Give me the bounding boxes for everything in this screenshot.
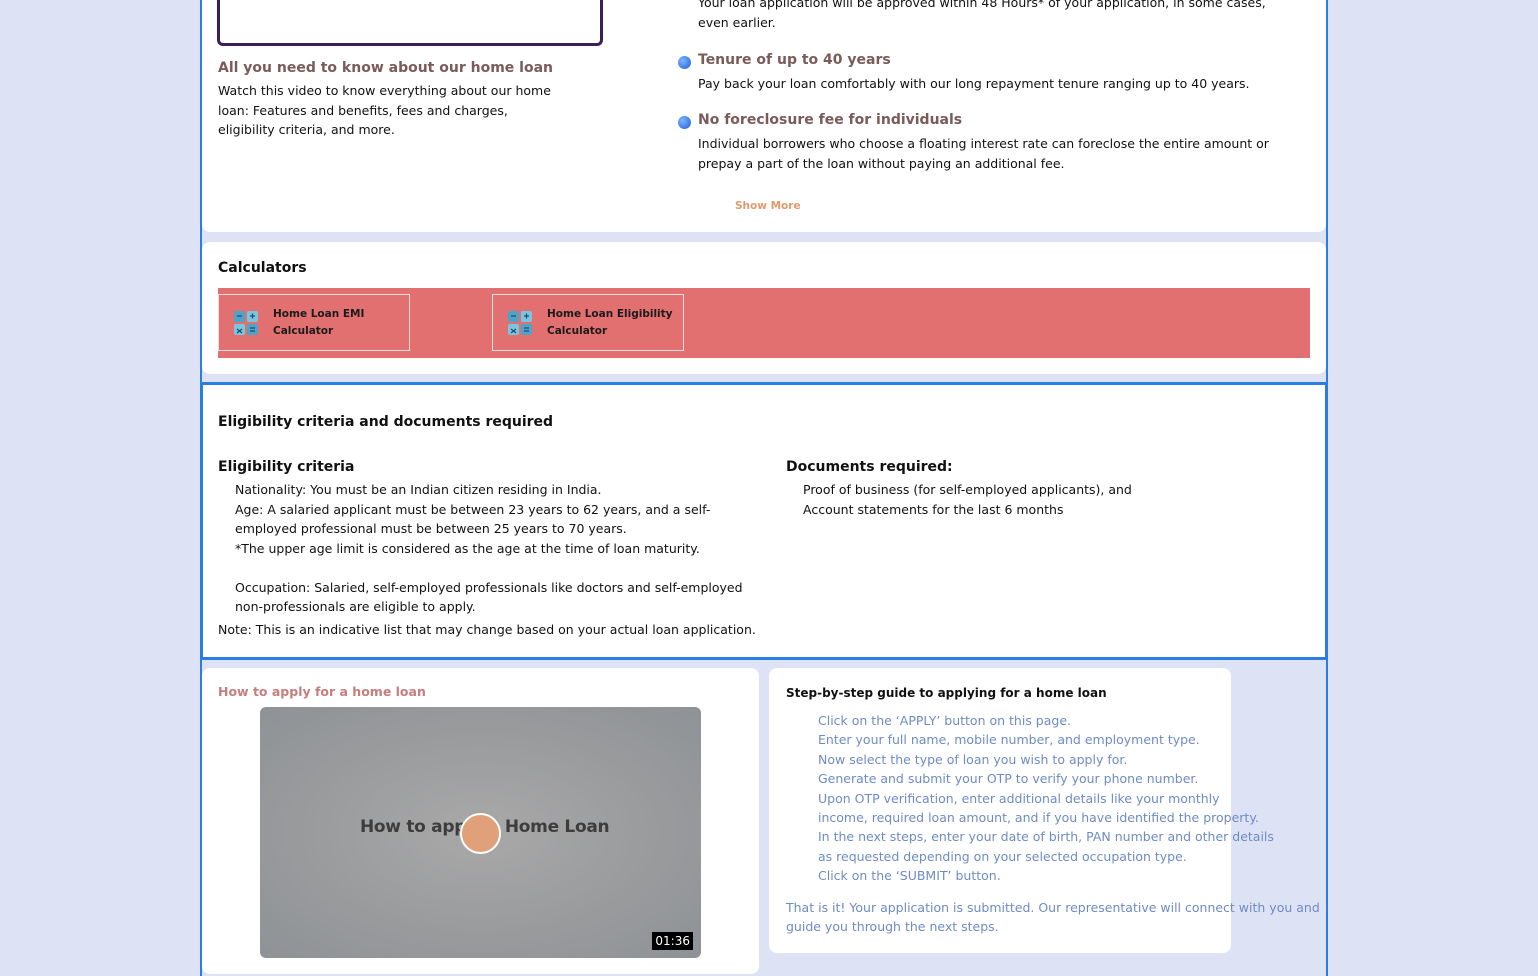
list-item: Now select the type of loan you wish to … — [818, 751, 1128, 767]
eligibility-note: Note: This is an indicative list that ma… — [218, 622, 756, 637]
guide-ending: That is it! Your application is submitte… — [786, 900, 1320, 935]
calculators-title: Calculators — [218, 260, 307, 276]
list-item: Generate and submit your OTP to verify y… — [818, 771, 1199, 787]
eligibility-title: Eligibility criteria and documents requi… — [218, 414, 554, 430]
intro-video-description: Watch this video to know everything abou… — [218, 83, 551, 137]
list-item: Click on the ‘SUBMIT’ button. — [818, 868, 1001, 884]
guide-steps: Click on the ‘APPLY’ button on this page… — [818, 711, 1308, 886]
approval-text: Your loan application will be approved w… — [698, 0, 1266, 30]
feature-description: Pay back your loan comfortably with our … — [698, 76, 1250, 91]
list-item: Age: A salaried applicant must be betwee… — [235, 501, 711, 537]
list-item: Occupation: Salaried, self-employed prof… — [235, 579, 743, 615]
calculator-icon — [234, 311, 258, 335]
list-item: Click on the ‘APPLY’ button on this page… — [818, 713, 1071, 728]
list-item: Enter your full name, mobile number, and… — [818, 732, 1200, 748]
show-more-link[interactable]: Show More — [735, 200, 801, 212]
list-item: Proof of business (for self-employed app… — [803, 482, 1132, 497]
criteria-heading: Eligibility criteria — [218, 459, 355, 475]
calculator-label: Home Loan Eligibility Calculator — [547, 308, 673, 337]
calculator-label: Home Loan EMI Calculator — [273, 308, 365, 337]
play-button[interactable] — [460, 813, 501, 854]
intro-video[interactable] — [217, 0, 603, 46]
list-item: Upon OTP verification, enter additional … — [818, 790, 1259, 826]
feature-title: Tenure of up to 40 years — [698, 52, 891, 68]
bullet-icon — [678, 56, 691, 69]
list-item: In the next steps, enter your date of bi… — [818, 829, 1274, 864]
documents-heading: Documents required: — [786, 459, 953, 475]
criteria-list: Nationality: You must be an Indian citiz… — [235, 480, 755, 617]
bullet-icon — [678, 116, 691, 129]
how-to-apply-title: How to apply for a home loan — [218, 684, 426, 699]
video-duration: 01:36 — [652, 932, 693, 950]
guide-title: Step-by-step guide to applying for a hom… — [786, 686, 1107, 700]
how-to-apply-video[interactable]: How to apply Home Loan 01:36 — [260, 707, 701, 958]
list-item: Account statements for the last 6 months — [803, 501, 1064, 517]
emi-calculator-button[interactable]: Home Loan EMI Calculator — [218, 294, 410, 351]
feature-title: No foreclosure fee for individuals — [698, 112, 963, 128]
intro-video-title: All you need to know about our home loan — [218, 60, 553, 76]
documents-list: Proof of business (for self-employed app… — [803, 480, 1223, 519]
list-item: *The upper age limit is considered as th… — [235, 540, 700, 556]
list-item: Nationality: You must be an Indian citiz… — [235, 482, 602, 497]
eligibility-calculator-button[interactable]: Home Loan Eligibility Calculator — [492, 294, 684, 351]
feature-description: Individual borrowers who choose a floati… — [698, 136, 1269, 171]
calculator-icon — [508, 311, 532, 335]
